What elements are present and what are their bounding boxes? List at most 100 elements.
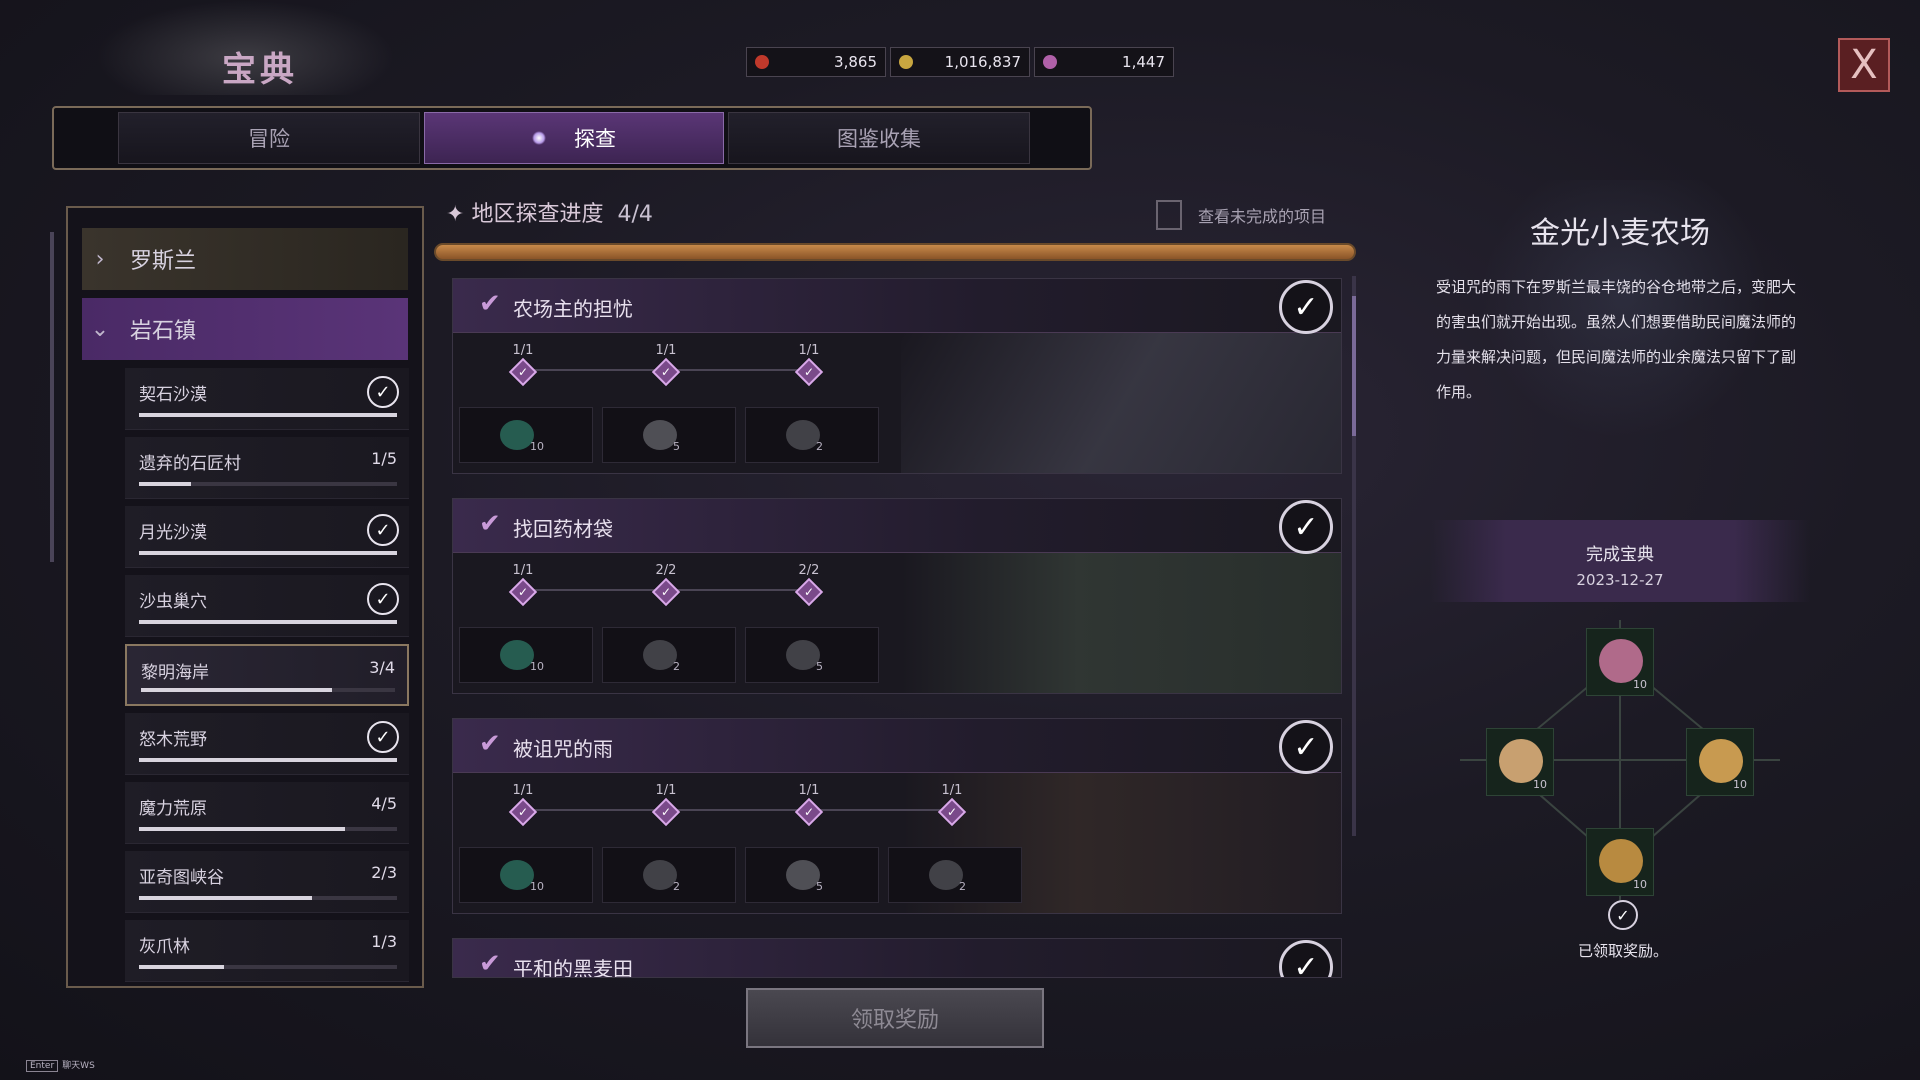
- left-scrollbar[interactable]: [50, 232, 54, 562]
- reward-item-icon: [929, 860, 963, 890]
- tab-collection[interactable]: 图鉴收集: [728, 112, 1030, 164]
- step-reward-slot[interactable]: 5: [602, 407, 736, 463]
- area-item[interactable]: 黎明海岸 3/4: [125, 644, 409, 706]
- quest-step: 1/1 ✓: [606, 343, 726, 387]
- close-button[interactable]: X: [1838, 38, 1890, 92]
- region-rockville[interactable]: ⌄ 岩石镇: [82, 298, 408, 360]
- quest-check-icon: ✔: [479, 289, 501, 319]
- progress-fill: [139, 965, 225, 969]
- quest-step: 2/2 ✓: [606, 563, 726, 607]
- quest-check-icon: ✔: [479, 729, 501, 759]
- quest-card[interactable]: ✔ 平和的黑麦田 ✓: [452, 938, 1342, 978]
- step-diamond-icon: ✓: [508, 797, 538, 827]
- quest-card[interactable]: ✔ 被诅咒的雨 ✓ 1/1 ✓ 1/1 ✓ 1/1 ✓ 1/1 ✓ 10 2 5 2: [452, 718, 1342, 914]
- area-item[interactable]: 月光沙漠 ✓: [125, 506, 409, 568]
- quest-artwork: [901, 333, 1341, 473]
- step-reward-slot[interactable]: 2: [745, 407, 879, 463]
- reward-qty: 5: [816, 660, 823, 673]
- tab-label: 冒险: [248, 127, 290, 151]
- progress-fill: [139, 827, 346, 831]
- claim-reward-button[interactable]: 领取奖励: [746, 988, 1044, 1048]
- area-item[interactable]: 遗弃的石匠村 1/5: [125, 437, 409, 499]
- quest-header: ✔ 农场主的担忧 ✓: [453, 279, 1341, 334]
- area-progress-bar: [139, 413, 397, 417]
- complete-check-icon: ✓: [1279, 940, 1333, 977]
- reward-qty: 10: [1633, 878, 1647, 891]
- step-reward-slot[interactable]: 5: [745, 847, 879, 903]
- area-label: 沙虫巢穴: [139, 592, 207, 612]
- step-reward-slot[interactable]: 2: [602, 847, 736, 903]
- quest-step: 2/2 ✓: [749, 563, 869, 607]
- quest-header: ✔ 被诅咒的雨 ✓: [453, 719, 1341, 774]
- area-title: 金光小麦农场: [1530, 216, 1710, 251]
- complete-date: 2023-12-27: [1576, 571, 1664, 589]
- complete-label: 完成宝典: [1586, 545, 1654, 565]
- progress-fill: [139, 758, 397, 762]
- quest-card[interactable]: ✔ 农场主的担忧 ✓ 1/1 ✓ 1/1 ✓ 1/1 ✓ 10 5 2: [452, 278, 1342, 474]
- final-reward-item[interactable]: 10: [1586, 628, 1654, 696]
- area-item[interactable]: 魔力荒原 4/5: [125, 782, 409, 844]
- step-count: 1/1: [512, 563, 534, 578]
- progress-fill: [139, 896, 312, 900]
- scroll-thumb[interactable]: [1352, 296, 1356, 436]
- reward-qty: 2: [816, 440, 823, 453]
- region-rosslan[interactable]: › 罗斯兰: [82, 228, 408, 290]
- step-diamond-icon: ✓: [937, 797, 967, 827]
- quest-scrollbar[interactable]: [1352, 276, 1356, 836]
- region-progress-bar: [434, 243, 1356, 261]
- area-progress-bar: [139, 965, 397, 969]
- key-badge: Enter: [26, 1060, 59, 1072]
- quest-title: 平和的黑麦田: [513, 957, 633, 978]
- check-icon: ✓: [367, 721, 399, 753]
- area-label: 遗弃的石匠村: [139, 454, 241, 474]
- area-item[interactable]: 沙虫巢穴 ✓: [125, 575, 409, 637]
- muffin-icon: [1699, 739, 1743, 783]
- view-incomplete-toggle[interactable]: 查看未完成的项目: [1156, 200, 1326, 230]
- quest-step: 1/1 ✓: [749, 783, 869, 827]
- sparkle-icon: [532, 131, 546, 145]
- step-reward-slot[interactable]: 10: [459, 847, 593, 903]
- reward-item-icon: [500, 860, 534, 890]
- tab-label: 探查: [574, 127, 616, 151]
- quest-step: 1/1 ✓: [606, 783, 726, 827]
- step-reward-slot[interactable]: 5: [745, 627, 879, 683]
- currency-gold: 1,016,837: [890, 47, 1030, 77]
- coin-icon: [899, 55, 913, 69]
- currency-value: 3,865: [834, 53, 877, 71]
- step-count: 2/2: [798, 563, 820, 578]
- final-reward-item[interactable]: 10: [1686, 728, 1754, 796]
- area-item[interactable]: 契石沙漠 ✓: [125, 368, 409, 430]
- reward-qty: 10: [530, 660, 544, 673]
- progress-fill: [141, 688, 332, 692]
- quest-step: 1/1 ✓: [749, 343, 869, 387]
- currency-gem: 1,447: [1034, 47, 1174, 77]
- checkbox[interactable]: [1156, 200, 1182, 230]
- step-reward-slot[interactable]: 10: [459, 407, 593, 463]
- area-item[interactable]: 灰爪林 1/3: [125, 920, 409, 982]
- step-diamond-icon: ✓: [794, 357, 824, 387]
- area-count: 4/5: [371, 794, 397, 813]
- final-reward-item[interactable]: 10: [1486, 728, 1554, 796]
- reward-qty: 5: [673, 440, 680, 453]
- tab-explore[interactable]: 探查: [424, 112, 724, 164]
- reward-qty: 10: [530, 440, 544, 453]
- area-progress-bar: [139, 758, 397, 762]
- final-reward-item[interactable]: 10: [1586, 828, 1654, 896]
- area-count: 2/3: [371, 863, 397, 882]
- reward-qty: 5: [816, 880, 823, 893]
- step-diamond-icon: ✓: [794, 797, 824, 827]
- step-reward-slot[interactable]: 10: [459, 627, 593, 683]
- step-reward-slot[interactable]: 2: [602, 627, 736, 683]
- area-progress-bar: [139, 827, 397, 831]
- area-item[interactable]: 亚奇图峡谷 2/3: [125, 851, 409, 913]
- reward-item-icon: [500, 420, 534, 450]
- reward-item-icon: [643, 420, 677, 450]
- step-reward-slot[interactable]: 2: [888, 847, 1022, 903]
- step-diamond-icon: ✓: [508, 357, 538, 387]
- step-count: 2/2: [655, 563, 677, 578]
- area-item[interactable]: 怒木荒野 ✓: [125, 713, 409, 775]
- area-progress-bar: [139, 482, 397, 486]
- quest-card[interactable]: ✔ 找回药材袋 ✓ 1/1 ✓ 2/2 ✓ 2/2 ✓ 10 2 5: [452, 498, 1342, 694]
- quest-title: 找回药材袋: [513, 517, 613, 541]
- tab-adventure[interactable]: 冒险: [118, 112, 420, 164]
